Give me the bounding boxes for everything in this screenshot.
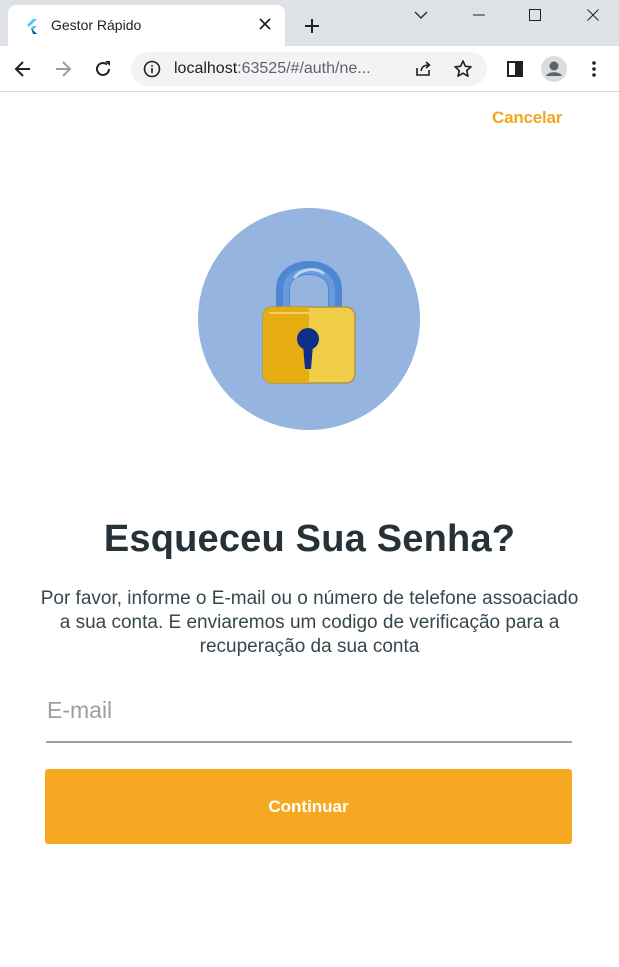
email-field[interactable] (46, 683, 572, 743)
tab-title: Gestor Rápido (51, 17, 142, 33)
arrow-left-icon[interactable] (9, 55, 37, 83)
reload-icon[interactable] (89, 55, 117, 83)
cancel-button[interactable]: Cancelar (492, 108, 562, 128)
chevron-down-icon[interactable] (397, 0, 445, 30)
flutter-logo-icon (24, 18, 40, 34)
padlock-icon (197, 207, 421, 431)
minimize-icon[interactable] (455, 0, 503, 30)
share-icon[interactable] (413, 59, 433, 79)
plus-icon[interactable] (300, 14, 324, 38)
address-bar[interactable]: localhost:63525/#/auth/ne... (131, 52, 487, 86)
window-close-icon[interactable] (569, 0, 617, 30)
arrow-right-icon[interactable] (49, 55, 77, 83)
page-title: Esqueceu Sua Senha? (103, 518, 516, 560)
profile-avatar-icon[interactable] (540, 55, 568, 83)
more-vertical-icon[interactable] (580, 55, 608, 83)
close-icon[interactable] (256, 15, 274, 33)
forgot-password-page: Cancelar Esqueceu Sua Senha? Por favor, … (0, 93, 619, 967)
side-panel-icon[interactable] (501, 55, 529, 83)
browser-tab[interactable]: Gestor Rápido (8, 5, 285, 46)
tab-strip: Gestor Rápido (0, 0, 619, 46)
info-icon[interactable] (143, 60, 161, 78)
continue-button[interactable]: Continuar (45, 769, 572, 844)
url-text: localhost:63525/#/auth/ne... (174, 60, 371, 77)
maximize-icon[interactable] (511, 0, 559, 30)
browser-toolbar: localhost:63525/#/auth/ne... (0, 46, 619, 92)
star-icon[interactable] (453, 59, 473, 79)
instructions-text: Por favor, informe o E-mail ou o número … (40, 588, 579, 657)
